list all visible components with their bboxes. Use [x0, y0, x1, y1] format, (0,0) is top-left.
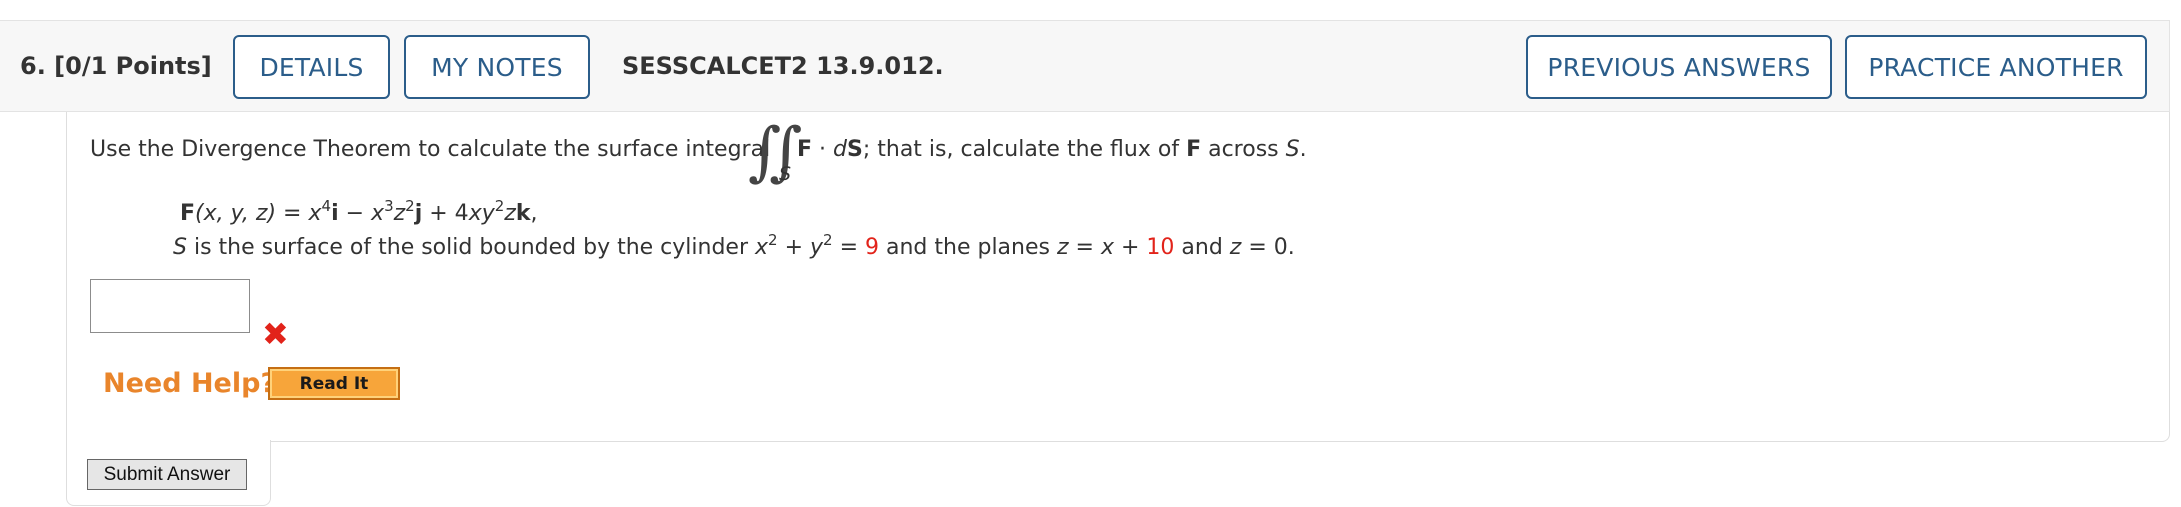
- across-text: across: [1201, 137, 1286, 162]
- cyl-radius-sq-value: 9: [865, 235, 879, 260]
- term3-y-exp: 2: [494, 197, 505, 215]
- integrand-d: d: [833, 137, 847, 162]
- term1-i: i: [331, 201, 339, 226]
- submit-answer-button[interactable]: Submit Answer: [87, 459, 247, 490]
- term1-x: x: [308, 201, 322, 226]
- across-S: S: [1285, 137, 1300, 162]
- integrand-expression: F · dS; that is, calculate the flux of F…: [797, 137, 1307, 162]
- cyl-y-exp: 2: [823, 231, 833, 249]
- details-button[interactable]: DETAILS: [233, 35, 390, 99]
- assignment-code: SESSCALCET2 13.9.012.: [622, 52, 944, 80]
- surface-text2: and the planes: [879, 235, 1057, 260]
- integral-subscript: S: [779, 163, 792, 185]
- term1-exp: 4: [321, 197, 332, 215]
- period: .: [1299, 137, 1307, 162]
- plane1-z: z: [1056, 235, 1069, 260]
- field-plus: + 4: [422, 201, 469, 226]
- field-minus: −: [338, 201, 372, 226]
- term3-z: z: [504, 201, 516, 226]
- field-F: F: [180, 201, 196, 226]
- field-comma: ,: [530, 201, 538, 226]
- integrand-F: F: [797, 137, 813, 162]
- cyl-y: y: [810, 235, 824, 260]
- term3-x: x: [468, 201, 482, 226]
- term2-x-exp: 3: [384, 197, 394, 215]
- after-integral-text: ; that is, calculate the flux of: [862, 137, 1187, 162]
- vector-field-definition: F(x, y, z) = x4i − x3z2j + 4xy2zk,: [180, 199, 538, 227]
- incorrect-x-icon: ✖: [262, 315, 289, 353]
- term2-x: x: [371, 201, 385, 226]
- plane1-eq: =: [1068, 235, 1101, 260]
- surface-and: and: [1174, 235, 1230, 260]
- term3-k: k: [515, 201, 531, 226]
- flux-F: F: [1186, 137, 1202, 162]
- question-intro-text: Use the Divergence Theorem to calculate …: [90, 137, 771, 162]
- cyl-x-exp: 2: [768, 231, 778, 249]
- double-integral-symbol: ∬: [748, 115, 802, 189]
- surface-definition: S is the surface of the solid bounded by…: [173, 233, 1295, 261]
- plane1-offset-value: 10: [1146, 235, 1175, 260]
- plane1-x: x: [1100, 235, 1114, 260]
- my-notes-button[interactable]: MY NOTES: [404, 35, 590, 99]
- question-number-points: 6. [0/1 Points]: [20, 52, 212, 80]
- panel-tab-joint: [67, 436, 270, 444]
- cyl-eq: =: [832, 235, 865, 260]
- term3-y: y: [481, 201, 495, 226]
- cyl-x: x: [755, 235, 769, 260]
- term2-z: z: [393, 201, 406, 226]
- cyl-plus: +: [777, 235, 810, 260]
- integrand-S: S: [846, 137, 863, 162]
- term2-z-exp: 2: [405, 197, 415, 215]
- field-eq: =: [276, 201, 309, 226]
- plane2-z: z: [1229, 235, 1242, 260]
- previous-answers-button[interactable]: PREVIOUS ANSWERS: [1526, 35, 1832, 99]
- surface-text1: is the surface of the solid bounded by t…: [186, 235, 755, 260]
- read-it-button[interactable]: Read It: [268, 367, 400, 400]
- plane1-plus: +: [1113, 235, 1147, 260]
- field-args: (x, y, z): [195, 201, 277, 226]
- surface-S: S: [173, 235, 187, 260]
- integrand-dot: ·: [812, 137, 834, 162]
- need-help-label: Need Help?: [103, 368, 277, 399]
- practice-another-button[interactable]: PRACTICE ANOTHER: [1845, 35, 2147, 99]
- answer-input[interactable]: [90, 279, 250, 333]
- plane2-eq: = 0.: [1241, 235, 1295, 260]
